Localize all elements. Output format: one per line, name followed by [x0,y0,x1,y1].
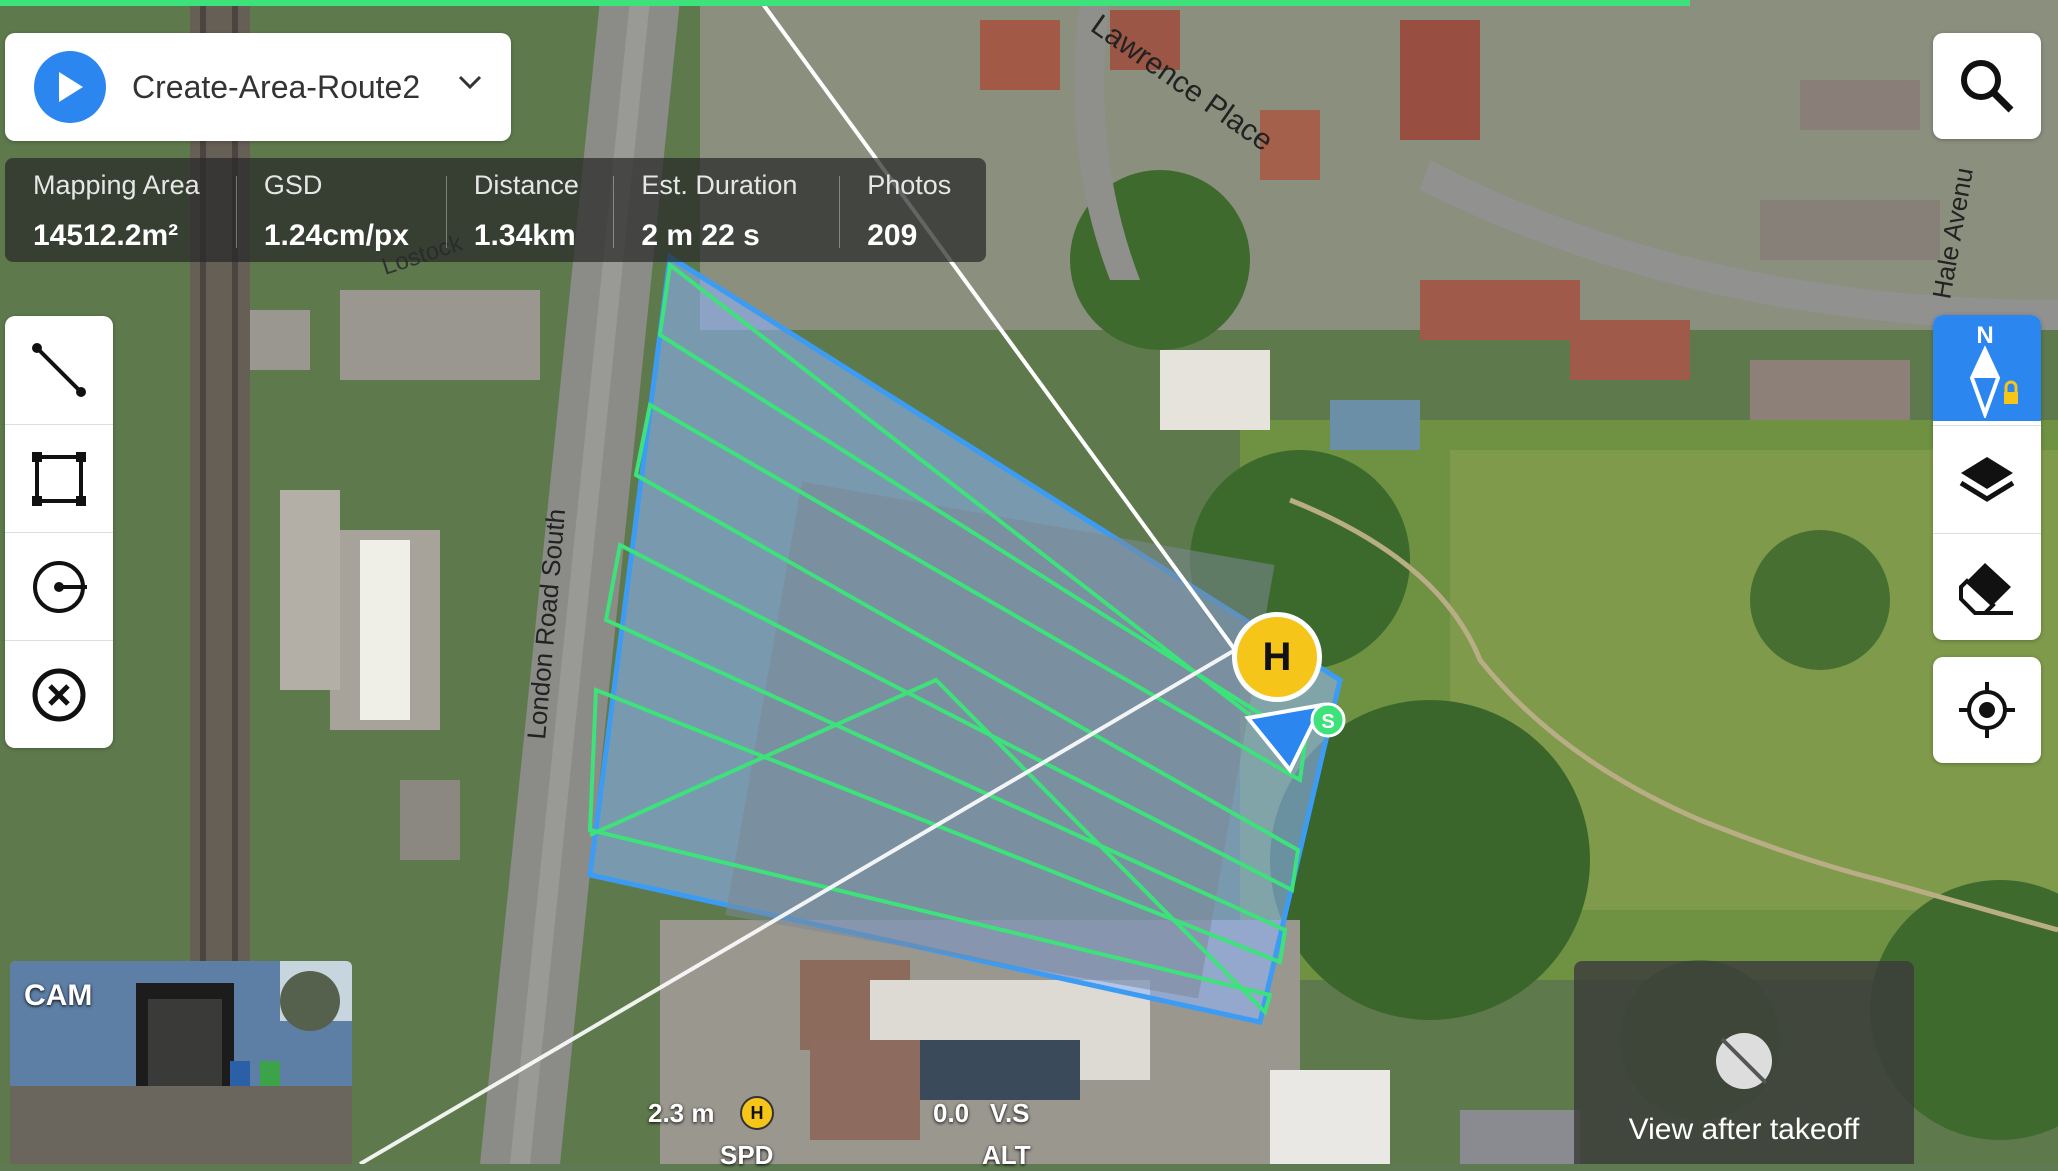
stat-value: 1.34km [473,219,576,252]
stat-value: 1.24cm/px [263,219,409,252]
orbit-button[interactable] [5,532,113,641]
camera-off-icon [1716,1033,1772,1089]
svg-text:S: S [1321,711,1334,733]
clear-route-button[interactable] [5,640,113,749]
stat-photos: Photos 209 [839,158,986,262]
camera-preview[interactable]: CAM [10,961,352,1164]
home-distance-icon: H [740,1096,774,1130]
height-readout: 2.3 m [648,1098,715,1128]
stat-label: Mapping Area [33,170,200,200]
vertical-speed-readout: 0.0 [933,1098,970,1128]
spd-label: SPD [720,1140,774,1170]
alt-label: ALT [982,1140,1031,1170]
svg-text:N: N [1976,322,1993,349]
view-after-takeoff-panel[interactable]: View after takeoff [1574,961,1914,1164]
stat-label: Est. Duration [641,170,798,200]
camera-label: CAM [24,979,93,1012]
play-route-button[interactable] [34,51,106,123]
close-circle-icon [32,668,86,722]
stat-mapping-area: Mapping Area 14512.2m² [5,158,236,262]
stat-label: Distance [473,170,579,200]
home-symbol: H [750,1102,764,1123]
search-button[interactable] [1933,33,2041,139]
view-after-takeoff-label: View after takeoff [1628,1113,1860,1146]
search-icon [1961,60,2014,113]
locate-icon [1959,682,2015,738]
line-draw-icon [32,343,86,397]
chevron-down-icon[interactable] [457,73,483,91]
map-controls: N [1933,315,2041,640]
play-icon [59,72,83,102]
stat-value: 209 [867,219,918,252]
compass-icon: N [1969,322,2018,418]
home-point-marker[interactable]: H [1232,612,1322,702]
stat-gsd: GSD 1.24cm/px [235,158,446,262]
eraser-icon [1959,563,2013,615]
line-draw-button[interactable] [5,316,113,424]
route-name: Create-Area-Route2 [132,68,421,105]
stat-value: 2 m 22 s [641,219,760,252]
stat-distance: Distance 1.34km [445,158,614,262]
drawing-toolbar [5,316,113,748]
layers-button[interactable] [1933,425,2041,532]
vs-label: V.S [990,1098,1030,1128]
route-selector[interactable]: Create-Area-Route2 [5,33,511,141]
mission-stats-bar: Mapping Area 14512.2m² GSD 1.24cm/px Dis… [5,158,986,262]
layers-icon [1959,457,2015,502]
compass-button[interactable]: N [1933,315,2041,421]
stat-label: GSD [263,170,323,200]
stat-value: 14512.2m² [33,219,179,252]
stat-label: Photos [867,170,952,200]
locate-button[interactable] [1933,657,2041,763]
home-marker-label: H [1262,634,1292,679]
eraser-button[interactable] [1933,533,2041,640]
stat-est-duration: Est. Duration 2 m 22 s [613,158,839,262]
orbit-icon [33,561,87,613]
area-rectangle-icon [32,452,86,506]
area-rectangle-button[interactable] [5,424,113,533]
